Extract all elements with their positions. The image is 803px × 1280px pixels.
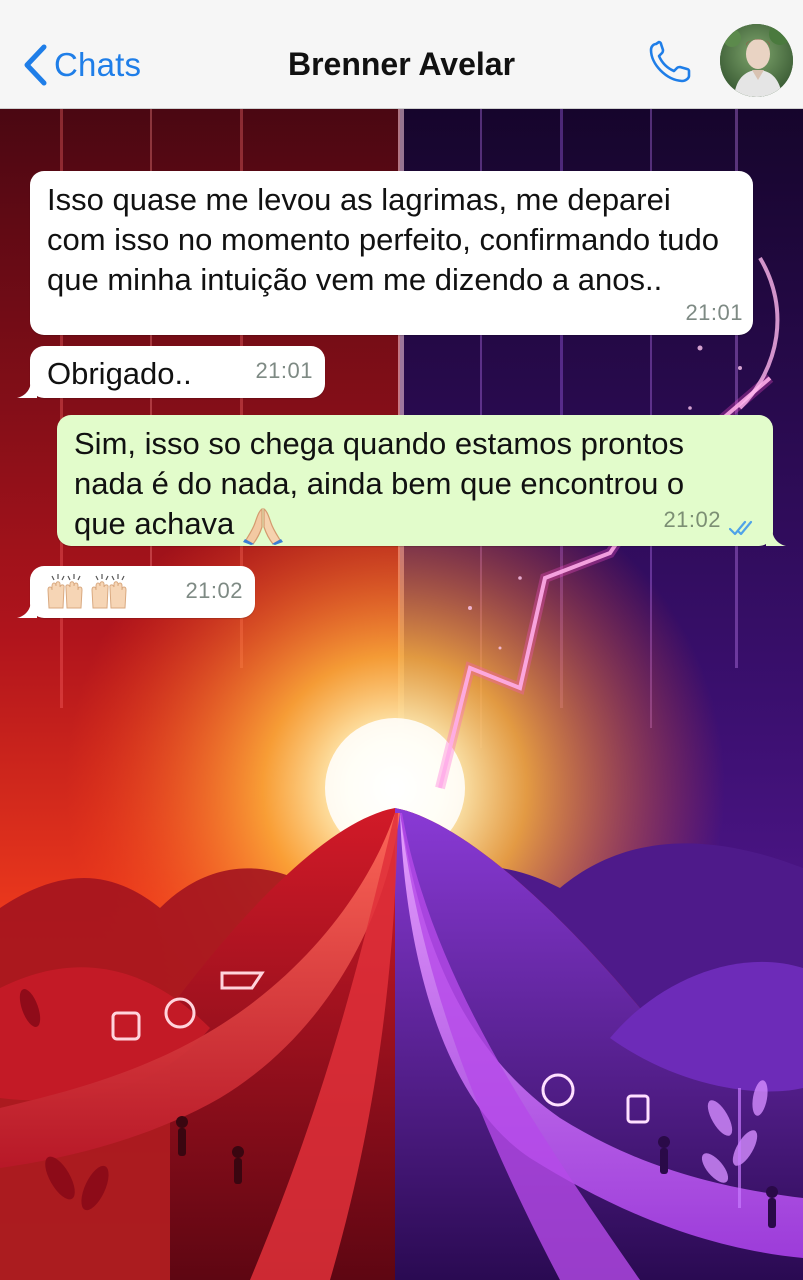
message-text: Isso quase me levou as lagrimas, me depa… (47, 182, 728, 297)
message-text: Obrigado.. (47, 356, 192, 391)
message-text: Sim, isso so chega quando estamos pronto… (74, 424, 734, 545)
phone-icon (649, 40, 691, 83)
call-button[interactable] (646, 38, 696, 86)
chat-header: Chats Brenner Avelar (0, 0, 803, 109)
back-label: Chats (54, 46, 142, 83)
message-bubble-incoming[interactable]: Isso quase me levou as lagrimas, me depa… (30, 171, 753, 335)
message-bubble-incoming[interactable]: Obrigado.. 21:01 (17, 346, 325, 398)
message-time: 21:02 (663, 507, 721, 532)
raising-hands-emoji (91, 574, 127, 609)
bubble-tail (17, 600, 37, 618)
avatar[interactable] (720, 24, 793, 97)
folded-hands-emoji (242, 507, 283, 545)
bubble-tail (17, 380, 37, 398)
emoji-row (44, 574, 130, 610)
message-time: 21:02 (185, 578, 243, 603)
contact-photo (720, 24, 793, 97)
raising-hands-emoji (47, 574, 83, 609)
message-time: 21:01 (255, 358, 313, 383)
message-bubble-outgoing[interactable]: Sim, isso so chega quando estamos pronto… (57, 415, 786, 546)
chevron-left-icon (24, 44, 47, 86)
bubble-tail (766, 528, 786, 546)
message-time: 21:01 (685, 300, 743, 325)
message-bubble-incoming[interactable]: 21:02 (17, 566, 255, 618)
back-button[interactable]: Chats (22, 42, 141, 88)
read-receipt-icon (729, 520, 753, 536)
